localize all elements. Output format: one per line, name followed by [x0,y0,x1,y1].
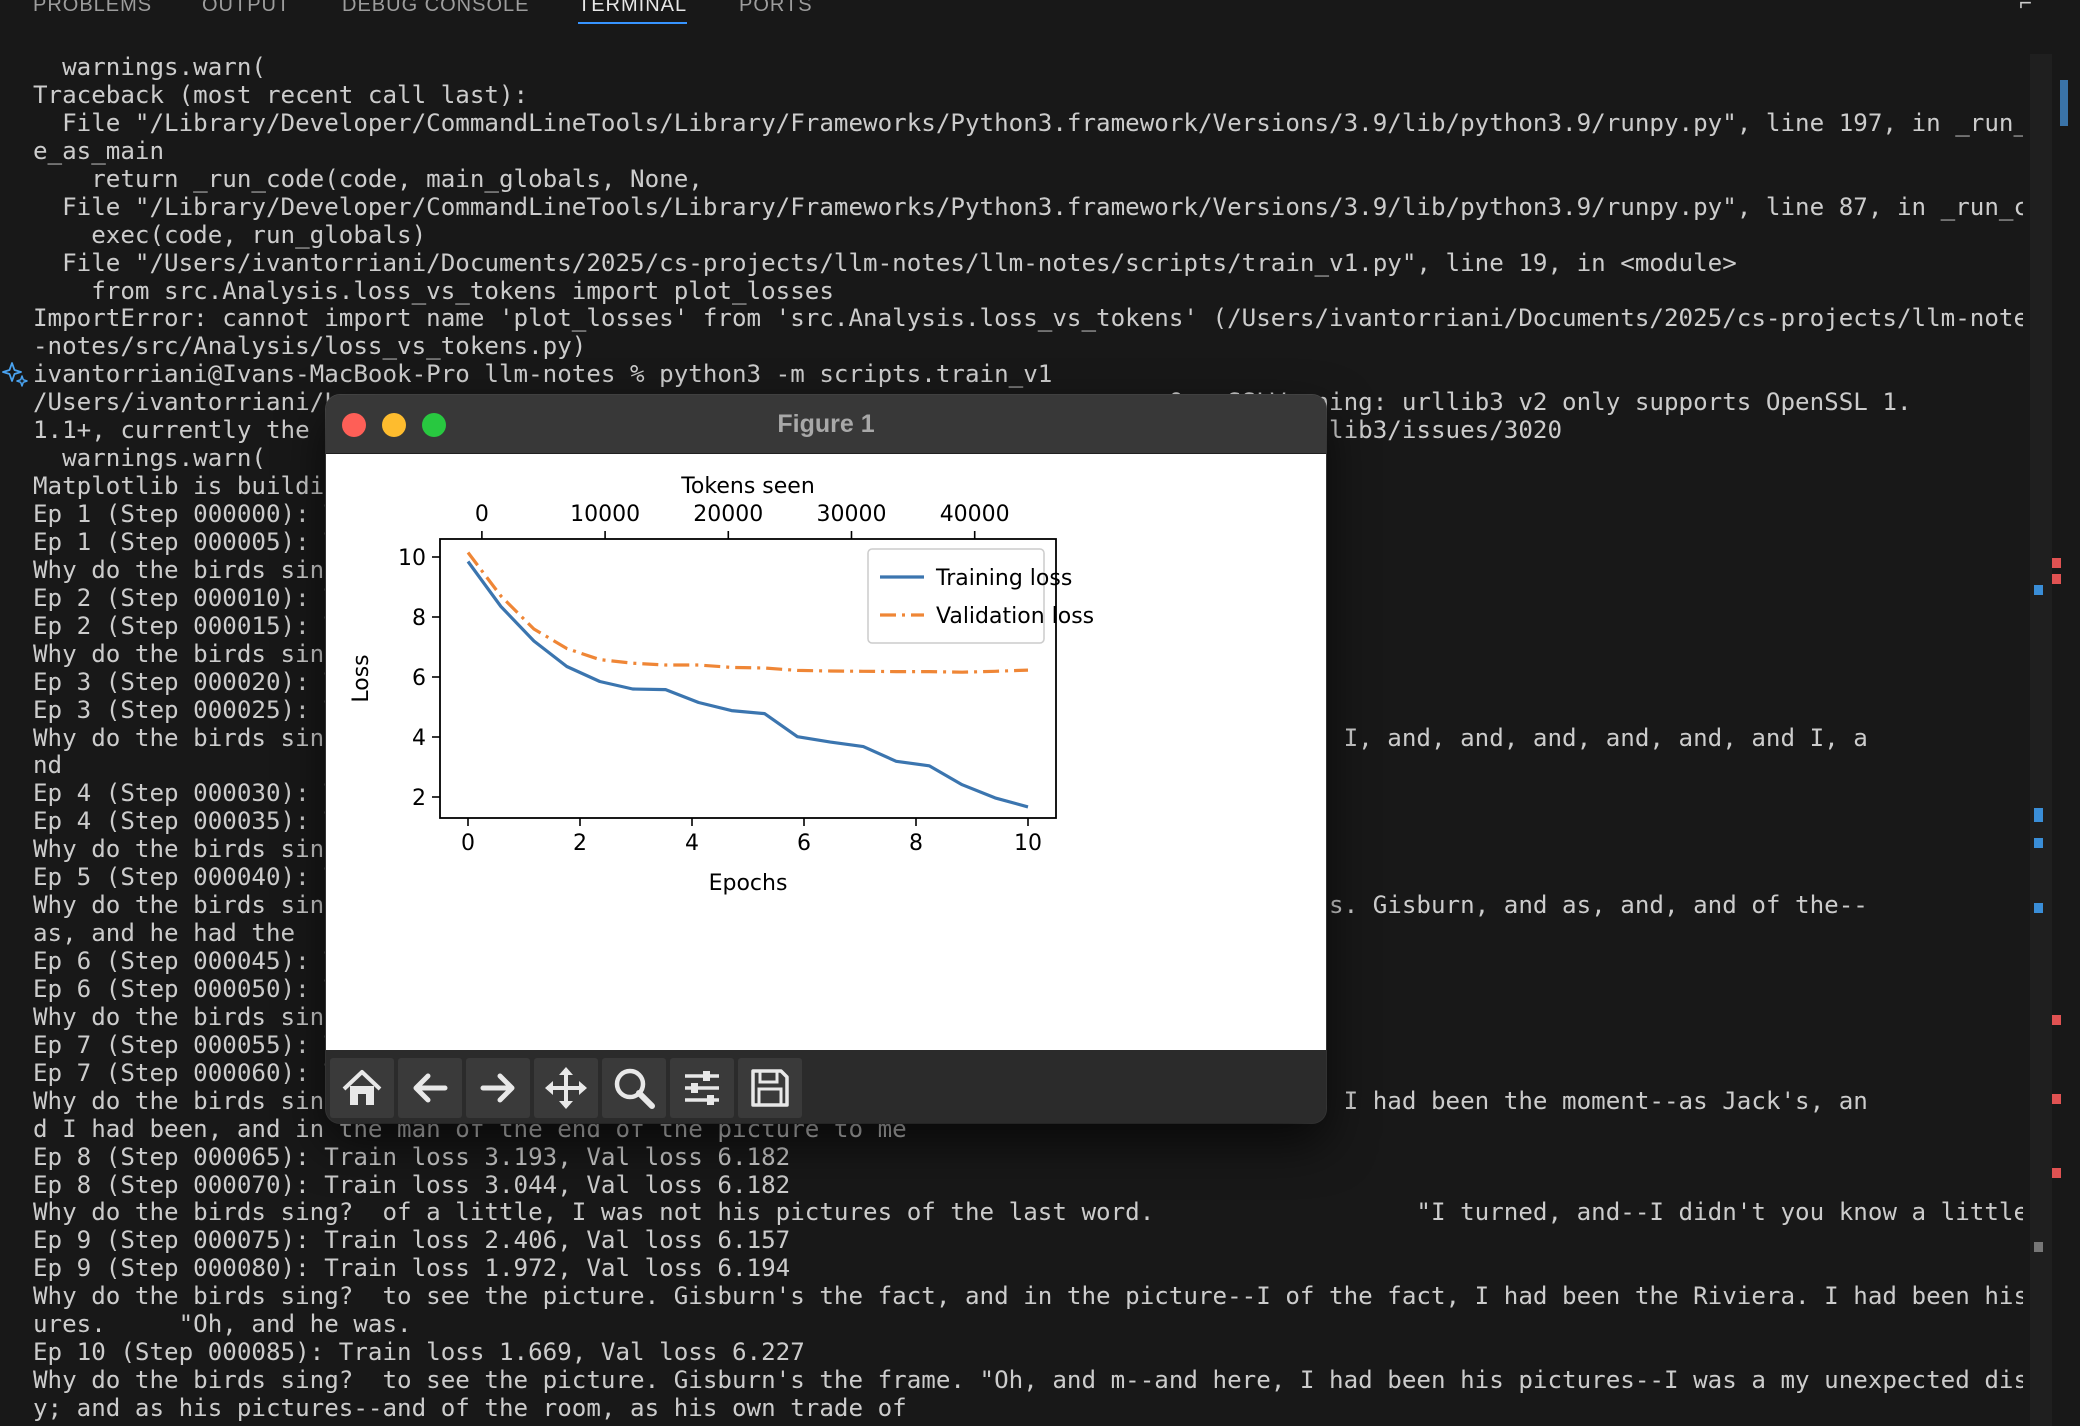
y-tick-label: 10 [398,546,426,571]
tab-ports[interactable]: PORTS [739,0,813,22]
terminal-line: File "/Library/Developer/CommandLineTool… [33,109,2023,137]
tab-debug-console[interactable]: DEBUG CONSOLE [342,0,529,22]
sparkle-icon[interactable] [2,360,30,388]
y-tick-label: 2 [412,786,426,811]
terminal-line: from src.Analysis.loss_vs_tokens import … [33,277,834,305]
terminal-line: File "/Users/ivantorriani/Documents/2025… [33,249,1737,277]
terminal-line: Ep 9 (Step 000075): Train loss 2.406, Va… [33,1227,791,1255]
figure-toolbar [326,1050,1326,1123]
terminal-line: Ep 9 (Step 000080): Train loss 1.972, Va… [33,1255,791,1283]
loss-chart: 0 2 4 6 8 10 2 4 6 8 10 0 10000 20000 30000 40000 Epochs… [349,474,1094,896]
overview-mark-info [2034,903,2043,913]
terminal-line: ImportError: cannot import name 'plot_lo… [33,305,2023,333]
y-tick-label: 4 [412,726,426,751]
save-button[interactable] [738,1058,802,1118]
overview-mark-neutral [2034,1242,2043,1252]
terminal-line: Ep 8 (Step 000070): Train loss 3.044, Va… [33,1171,791,1199]
scrollbar-thumb[interactable] [2060,80,2068,126]
terminal-line: Why do the birds sing? of a little, I wa… [33,1199,2023,1227]
forward-arrow-icon [480,1073,515,1103]
figure-window[interactable]: Figure 1 0 2 4 6 8 10 2 4 6 8 10 0 10000 20000 30000 40… [326,395,1326,1123]
top-x-axis-label: Tokens seen [680,474,815,499]
overview-mark-error [2052,1015,2061,1025]
tab-problems[interactable]: PROBLEMS [33,0,152,22]
terminal-line: Why do the birds sing? to see the pictur… [33,1367,2023,1395]
overview-mark-info [2034,838,2043,848]
panel-maximize-icon[interactable]: ⌐ [2019,0,2032,16]
terminal-line: ivantorriani@Ivans-MacBook-Pro llm-notes… [33,361,1053,389]
terminal-line: Ep 8 (Step 000065): Train loss 3.193, Va… [33,1143,791,1171]
pan-icon [545,1067,587,1109]
terminal-line: File "/Library/Developer/CommandLineTool… [33,193,2023,221]
x-tick-label: 10 [1014,831,1042,856]
tab-terminal[interactable]: TERMINAL [578,0,688,24]
panel-tab-bar: PROBLEMS OUTPUT DEBUG CONSOLE TERMINAL P… [0,0,2040,28]
figure-canvas[interactable]: 0 2 4 6 8 10 2 4 6 8 10 0 10000 20000 30000 40000 Epochs… [326,454,1326,1050]
terminal-line: y; and as his pictures--and of the room,… [33,1395,907,1422]
pan-button[interactable] [534,1058,598,1118]
top-x-tick-label: 20000 [693,502,763,527]
overview-mark-error [2052,574,2061,584]
figure-titlebar[interactable]: Figure 1 [326,395,1326,454]
y-axis-label: Loss [349,654,374,702]
home-button[interactable] [330,1058,394,1118]
x-tick-label: 6 [797,831,811,856]
x-tick-label: 0 [461,831,475,856]
top-x-tick-label: 40000 [940,502,1010,527]
terminal-scrollbar[interactable] [2030,54,2052,1426]
figure-title: Figure 1 [777,410,875,438]
overview-mark-error [2052,1094,2061,1104]
x-tick-label: 2 [573,831,587,856]
back-arrow-icon [413,1073,448,1103]
terminal-line: return _run_code(code, main_globals, Non… [33,165,703,193]
terminal-line: exec(code, run_globals) [33,221,427,249]
overview-mark-error [2052,558,2061,568]
zoom-button[interactable] [602,1058,666,1118]
top-x-tick-label: 0 [475,502,489,527]
terminal-line: Traceback (most recent call last): [33,81,529,109]
terminal-line: ures. "Oh, and he was. [33,1311,412,1339]
save-icon [751,1069,789,1107]
home-icon [342,1070,382,1105]
terminal-line: Why do the birds sing? to see the pictur… [33,1283,2023,1311]
terminal-line: -notes/src/Analysis/loss_vs_tokens.py) [33,333,587,361]
x-tick-label: 4 [685,831,699,856]
tab-output[interactable]: OUTPUT [202,0,290,22]
terminal-line: Ep 10 (Step 000085): Train loss 1.669, V… [33,1339,805,1367]
terminal-line: e_as_main [33,137,165,165]
top-x-tick-label: 30000 [816,502,886,527]
configure-subplots-button[interactable] [670,1058,734,1118]
back-button[interactable] [398,1058,462,1118]
zoom-icon [614,1068,655,1109]
legend-label: Validation loss [936,604,1094,629]
y-tick-label: 8 [412,606,426,631]
y-tick-label: 6 [412,666,426,691]
overview-mark-info [2034,585,2043,595]
configure-subplots-icon [685,1071,719,1105]
terminal-line: warnings.warn( [33,54,266,81]
x-axis-label: Epochs [709,871,788,896]
overview-mark-error [2052,1168,2061,1178]
forward-button[interactable] [466,1058,530,1118]
legend-label: Training loss [935,566,1072,591]
overview-mark-info [2034,808,2043,822]
x-tick-label: 8 [909,831,923,856]
top-x-tick-label: 10000 [570,502,640,527]
